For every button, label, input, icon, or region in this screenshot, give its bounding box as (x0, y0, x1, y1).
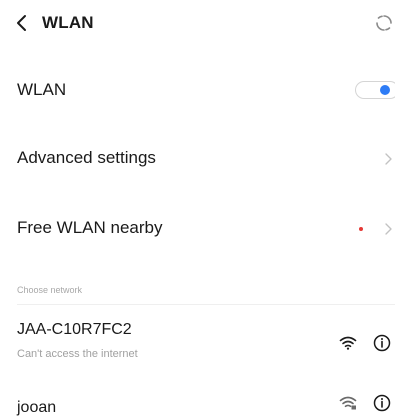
network-status: Can't access the internet (17, 348, 138, 360)
network-item[interactable]: jooan (0, 390, 395, 418)
free-wlan-row[interactable]: Free WLAN nearby (0, 208, 395, 248)
back-button[interactable] (12, 10, 36, 36)
wlan-label: WLAN (17, 80, 67, 99)
network-name: jooan (17, 399, 57, 416)
refresh-button[interactable] (374, 13, 394, 33)
chevron-right-icon (385, 223, 392, 235)
free-wlan-label: Free WLAN nearby (17, 218, 163, 237)
wifi-locked-icon (339, 396, 357, 410)
advanced-settings-row[interactable]: Advanced settings (0, 138, 395, 178)
network-name: JAA-C10R7FC2 (17, 321, 132, 338)
chevron-left-icon (17, 15, 26, 31)
network-info-button[interactable] (373, 334, 391, 352)
divider (17, 304, 395, 305)
advanced-settings-label: Advanced settings (17, 148, 156, 167)
wlan-switch[interactable] (355, 81, 395, 99)
wlan-toggle-row[interactable]: WLAN (0, 70, 395, 110)
info-icon (373, 394, 391, 412)
switch-knob (380, 85, 390, 95)
chevron-right-icon (385, 153, 392, 165)
info-icon (373, 334, 391, 352)
page-title: WLAN (42, 13, 94, 32)
network-item[interactable]: JAA-C10R7FC2 Can't access the internet (0, 314, 395, 364)
network-info-button[interactable] (373, 394, 391, 412)
choose-network-header: Choose network (17, 285, 83, 295)
title-bar: WLAN (0, 0, 395, 48)
new-badge-dot (359, 227, 363, 231)
wifi-strong-icon (339, 336, 357, 350)
refresh-icon (376, 15, 392, 31)
